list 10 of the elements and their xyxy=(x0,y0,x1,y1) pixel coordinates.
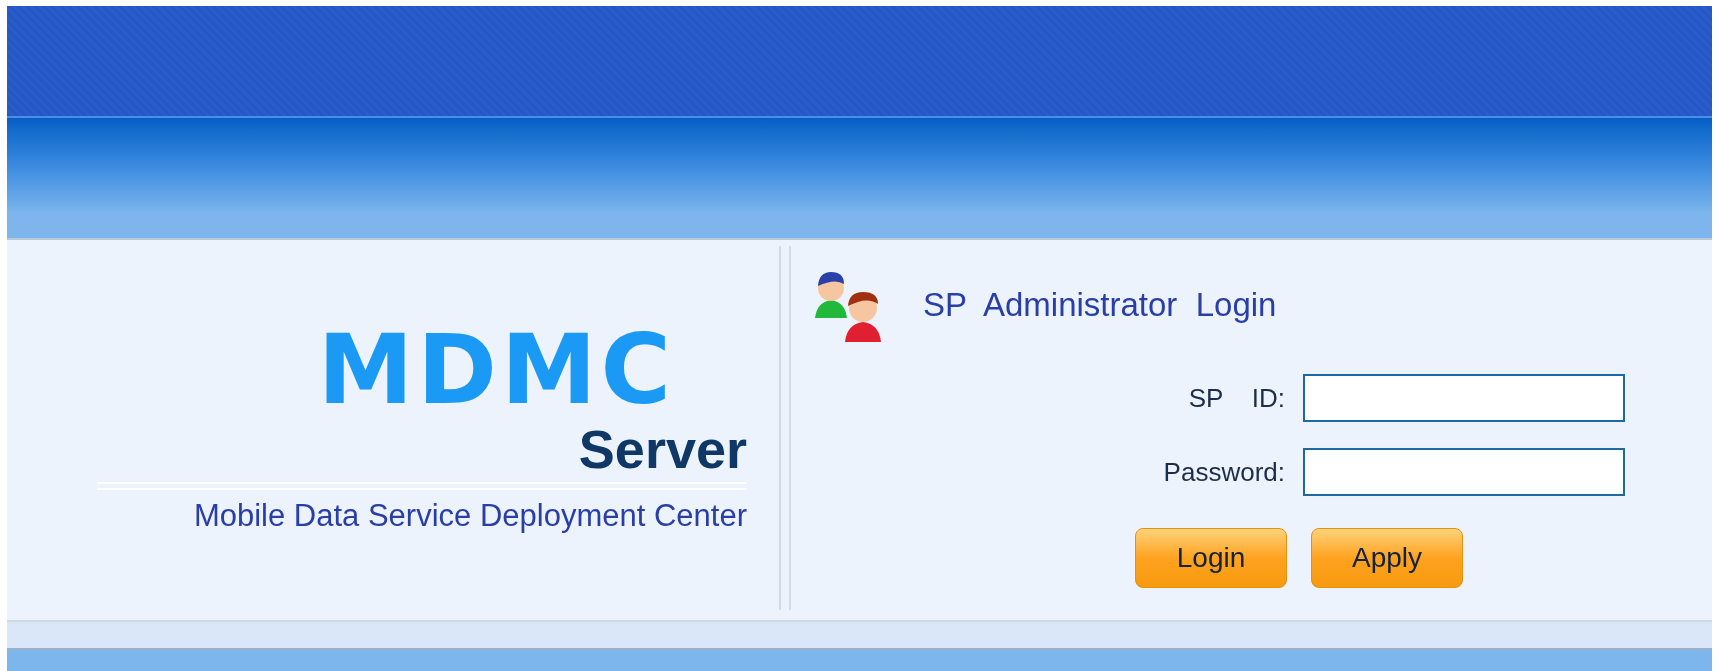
login-button[interactable]: Login xyxy=(1135,528,1287,588)
field-label: SP ID: xyxy=(1188,382,1285,414)
password-field[interactable] xyxy=(1303,448,1625,496)
field-label: Password: xyxy=(1163,456,1285,488)
logo-text: MDMC xyxy=(317,320,675,420)
subtitle: Mobile Data Service Deployment Center xyxy=(193,498,747,534)
apply-button[interactable]: Apply xyxy=(1311,528,1463,588)
product-name: Server xyxy=(578,420,747,478)
login-title: SP Administrator Login xyxy=(923,286,1277,324)
id-field[interactable] xyxy=(1303,374,1625,422)
